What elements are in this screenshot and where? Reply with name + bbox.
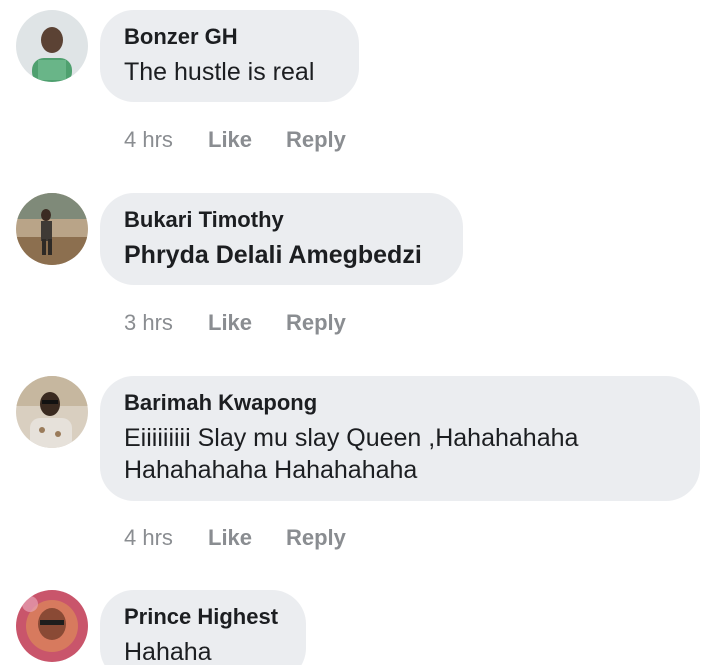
comment-item: Prince Highest Hahaha bbox=[0, 0, 720, 665]
comment-text: Hahaha bbox=[124, 638, 212, 665]
avatar[interactable] bbox=[16, 590, 88, 662]
comment-author[interactable]: Prince Highest bbox=[124, 604, 282, 630]
avatar-photo bbox=[16, 590, 88, 662]
comment-thread: Bonzer GH The hustle is real 4 hrs Like Re… bbox=[0, 0, 720, 665]
comment-bubble: Prince Highest Hahaha bbox=[100, 590, 306, 665]
